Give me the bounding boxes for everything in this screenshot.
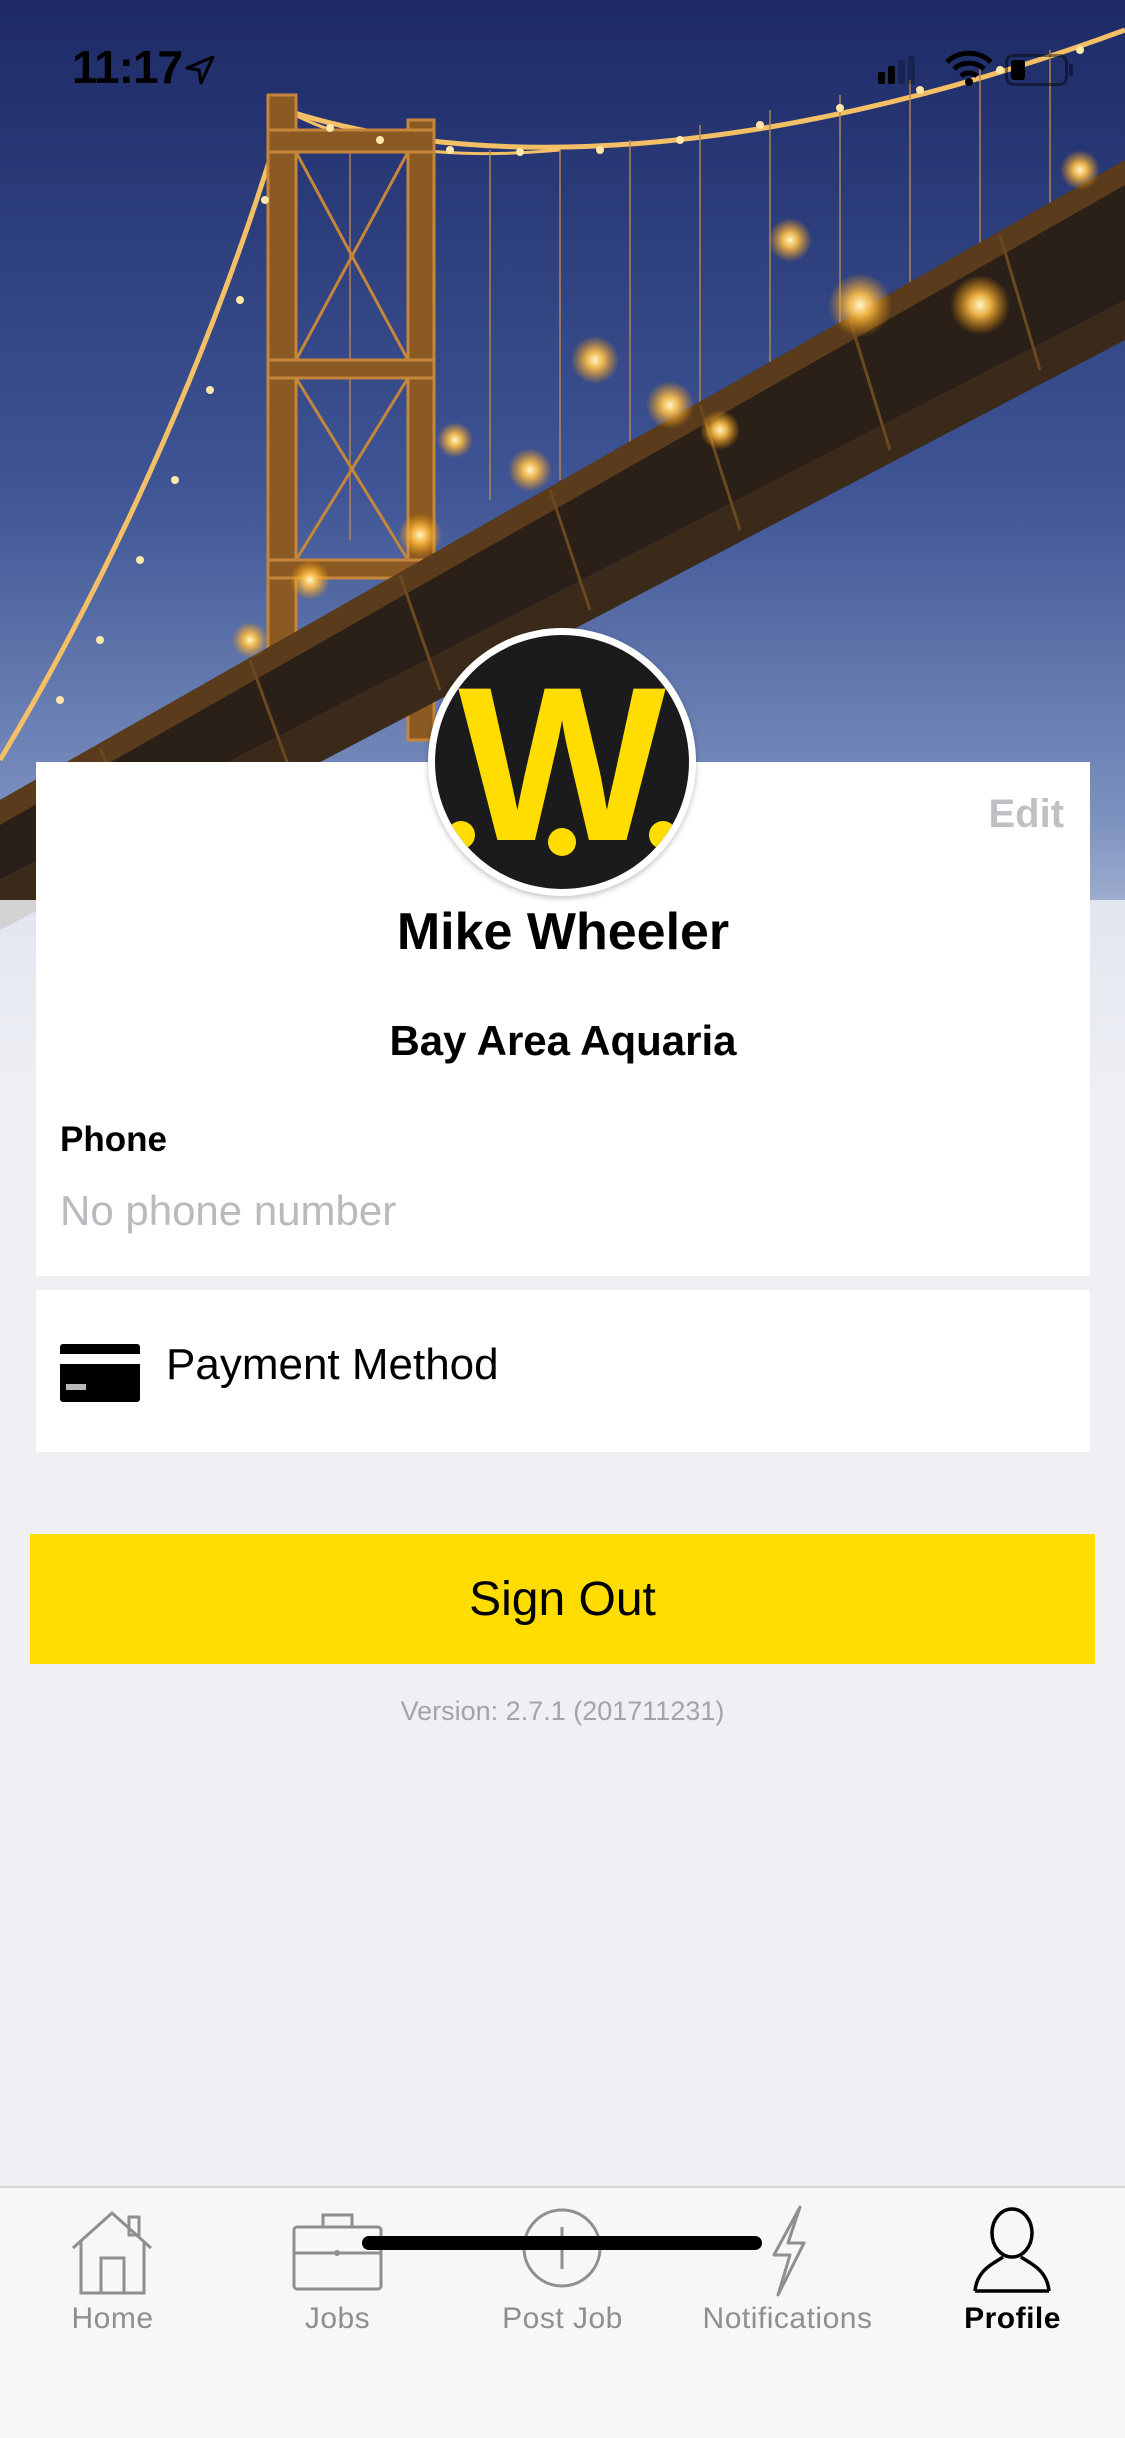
user-name: Mike Wheeler <box>396 903 730 961</box>
sign-out-button[interactable]: Sign Out <box>30 1534 1095 1664</box>
tab-jobs-label: Jobs <box>304 2302 371 2335</box>
tab-jobs[interactable]: Jobs <box>225 2203 450 2343</box>
company-name: Bay Area Aquaria <box>389 1017 737 1064</box>
edit-button[interactable]: Edit <box>988 792 1064 837</box>
payment-method-row[interactable]: Payment Method <box>36 1290 1090 1452</box>
tab-notifications-label: Notifications <box>702 2302 873 2335</box>
person-icon <box>900 2203 1125 2298</box>
credit-card-icon <box>60 1344 140 1407</box>
tab-profile-label: Profile <box>964 2302 1061 2335</box>
version-text: Version: 2.7.1 (201711231) <box>400 1696 725 1726</box>
tab-post-job[interactable]: Post Job <box>450 2203 675 2343</box>
payment-method-label: Payment Method <box>166 1340 499 1389</box>
plus-circle-icon <box>450 2203 675 2298</box>
phone-label: Phone <box>60 1120 167 1159</box>
cellular-signal-icon <box>878 56 918 89</box>
company-logo: W <box>435 635 689 889</box>
briefcase-icon <box>225 2203 450 2298</box>
wifi-icon <box>945 50 993 91</box>
battery-icon <box>1005 54 1075 91</box>
tab-bar: Home Jobs Post Job Notifications Profile <box>0 2186 1125 2438</box>
status-time: 11:17 <box>72 41 183 93</box>
phone-value[interactable]: No phone number <box>60 1187 396 1235</box>
home-indicator[interactable] <box>362 2236 762 2250</box>
home-icon <box>0 2203 225 2298</box>
location-arrow-icon <box>185 55 215 90</box>
tab-notifications[interactable]: Notifications <box>675 2203 900 2343</box>
tab-home[interactable]: Home <box>0 2203 225 2343</box>
avatar[interactable]: W <box>428 628 696 896</box>
lightning-icon <box>675 2203 900 2298</box>
tab-post-job-label: Post Job <box>502 2302 623 2335</box>
tab-home-label: Home <box>71 2302 154 2335</box>
tab-profile[interactable]: Profile <box>900 2203 1125 2343</box>
